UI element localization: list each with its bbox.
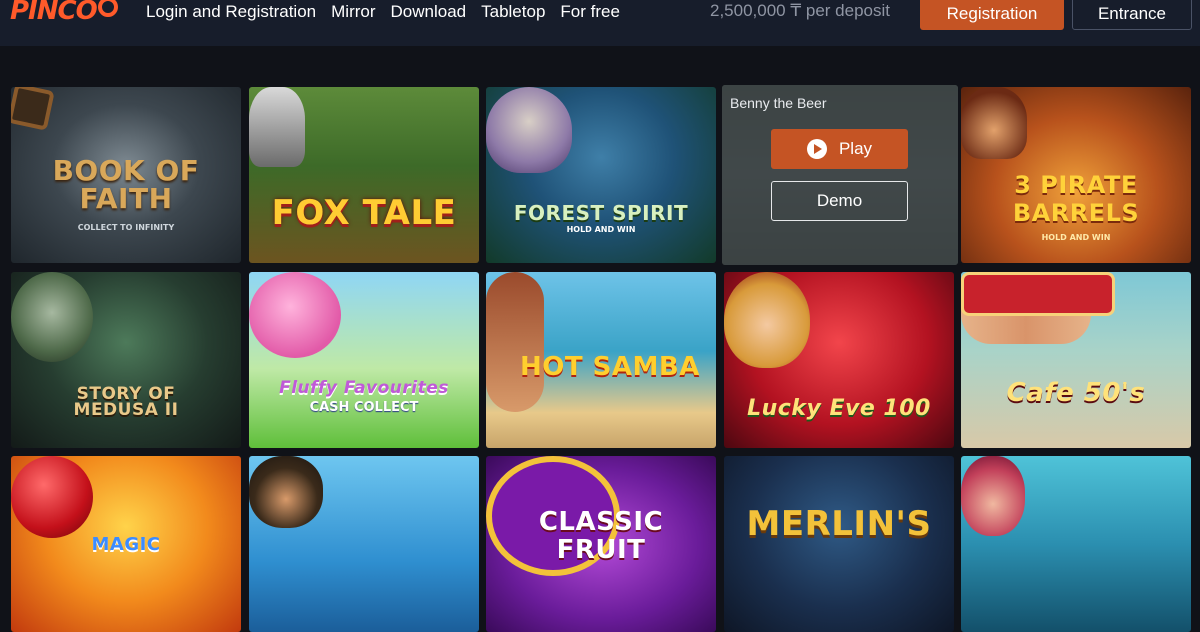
registration-button[interactable]: Registration xyxy=(920,0,1064,30)
game-tile-classic-fruit[interactable]: CLASSIC FRUIT xyxy=(486,456,716,632)
demo-button[interactable]: Demo xyxy=(771,181,908,221)
game-tile-merlins[interactable]: MERLIN'S xyxy=(724,456,954,632)
game-tile-queen[interactable] xyxy=(961,456,1191,632)
game-tile-3-pirate-barrels[interactable]: 3 PIRATE BARRELS HOLD AND WIN xyxy=(961,87,1191,263)
game-title: Fluffy Favourites xyxy=(279,378,449,398)
game-subtitle: CASH COLLECT xyxy=(309,400,419,415)
pinco-logo[interactable]: PINCO xyxy=(10,0,118,26)
entrance-button[interactable]: Entrance xyxy=(1072,0,1192,30)
game-tile-fluffy-favourites[interactable]: Fluffy Favourites CASH COLLECT xyxy=(249,272,479,448)
game-title: HOT SAMBA xyxy=(520,352,700,382)
nav-download[interactable]: Download xyxy=(391,2,467,22)
game-title: FOREST SPIRIT xyxy=(513,201,689,225)
queen-figure xyxy=(961,456,1025,536)
medusa-figure xyxy=(11,272,93,362)
apple-icon xyxy=(11,456,93,538)
logo-target-icon xyxy=(97,0,118,17)
game-name: Benny the Beer xyxy=(730,95,827,111)
game-tile-benny-the-beer[interactable]: Benny the Beer Play Demo xyxy=(722,85,958,265)
main-nav: Login and Registration Mirror Download T… xyxy=(146,0,635,24)
game-tile-magic-apple[interactable]: MAGIC xyxy=(11,456,241,632)
deposit-bonus-text: 2,500,000 ₸ per deposit xyxy=(710,1,891,20)
game-title: Cafe 50's xyxy=(1006,378,1146,408)
game-artwork xyxy=(724,456,954,632)
game-title: Lucky Eve 100 xyxy=(747,396,931,421)
pirate-figure xyxy=(249,456,323,528)
pirate-figure xyxy=(961,87,1027,159)
game-tile-fox-tale[interactable]: FOX TALE xyxy=(249,87,479,263)
nav-mirror[interactable]: Mirror xyxy=(331,2,375,22)
game-title: 3 PIRATE BARRELS xyxy=(1012,171,1140,227)
play-icon xyxy=(806,139,827,159)
character-figure xyxy=(724,272,810,368)
wizard-figure xyxy=(486,87,572,173)
nav-tabletop[interactable]: Tabletop xyxy=(481,2,545,22)
play-button[interactable]: Play xyxy=(771,129,908,169)
character-figure xyxy=(249,87,305,167)
pink-elephant-figure xyxy=(249,272,341,358)
hover-overlay xyxy=(722,85,958,265)
game-tile-story-of-medusa-ii[interactable]: STORY OF MEDUSA II xyxy=(11,272,241,448)
game-tile-book-of-faith[interactable]: BOOK OF FAITH COLLECT TO INFINITY xyxy=(11,87,241,263)
game-tile-cafe-50s[interactable]: Cafe 50's xyxy=(961,272,1191,448)
game-tile-lucky-eve-100[interactable]: Lucky Eve 100 xyxy=(724,272,954,448)
play-label: Play xyxy=(838,139,873,158)
top-header: PINCO Login and Registration Mirror Down… xyxy=(0,0,1200,46)
sign-background xyxy=(961,272,1115,316)
game-tile-hot-samba[interactable]: HOT SAMBA xyxy=(486,272,716,448)
nav-for-free[interactable]: For free xyxy=(560,2,620,22)
game-title: FOX TALE xyxy=(271,193,457,233)
logo-text: PINCO xyxy=(10,0,98,26)
game-title: MERLIN'S xyxy=(746,504,932,544)
game-subtitle: COLLECT TO INFINITY xyxy=(77,223,175,232)
game-title: BOOK OF FAITH xyxy=(52,154,200,215)
game-tile-forest-spirit[interactable]: FOREST SPIRIT HOLD AND WIN xyxy=(486,87,716,263)
dancer-figure xyxy=(486,272,544,412)
nav-login-registration[interactable]: Login and Registration xyxy=(146,2,316,22)
game-subtitle: HOLD AND WIN xyxy=(566,225,636,234)
game-subtitle: HOLD AND WIN xyxy=(1041,233,1111,242)
game-title: STORY OF MEDUSA II xyxy=(73,384,179,420)
game-title: CLASSIC FRUIT xyxy=(538,507,664,565)
game-tile-pirate[interactable] xyxy=(249,456,479,632)
